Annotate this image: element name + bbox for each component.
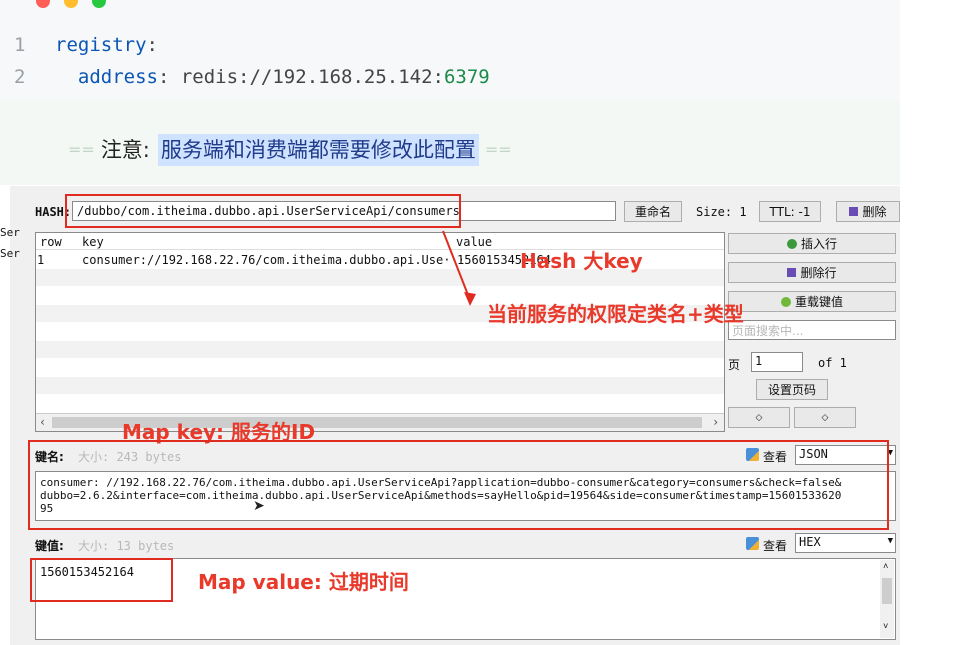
prev-page-icon: ◇ bbox=[755, 412, 763, 423]
line-number: 2 bbox=[14, 66, 26, 88]
map-value-annotation: Map value: 过期时间 bbox=[198, 570, 409, 594]
minimize-dot-icon bbox=[64, 0, 78, 8]
close-dot-icon bbox=[36, 0, 50, 8]
rename-label: 重命名 bbox=[634, 205, 671, 219]
prev-page-button[interactable]: ◇ bbox=[728, 407, 790, 428]
scroll-up-icon[interactable]: ˄ bbox=[883, 562, 888, 572]
scroll-down-icon[interactable]: ˅ bbox=[883, 622, 888, 632]
key-area-highlight-box bbox=[28, 440, 889, 530]
reload-button[interactable]: 重载键值 bbox=[728, 291, 896, 312]
code-key: address bbox=[77, 66, 158, 88]
vertical-scrollbar[interactable]: ˄ ˅ bbox=[880, 560, 894, 638]
value-size-hint: 大小: 13 bytes bbox=[78, 539, 175, 553]
code-colon: : bbox=[146, 34, 158, 56]
annotation-arrow bbox=[442, 230, 476, 306]
page-search-input[interactable]: 页面搜索中... bbox=[728, 320, 896, 340]
row-index: 1 bbox=[37, 253, 45, 267]
delete-button[interactable]: 删除 bbox=[836, 201, 900, 222]
column-header-key[interactable]: key bbox=[82, 235, 104, 249]
empty-row bbox=[36, 341, 724, 358]
maximize-dot-icon bbox=[92, 0, 106, 8]
set-page-label: 设置页码 bbox=[767, 383, 816, 397]
note-eq-left: == bbox=[68, 140, 95, 159]
delete-label: 删除 bbox=[862, 205, 887, 219]
scroll-right-icon[interactable]: › bbox=[712, 415, 719, 429]
page-number-value: 1 bbox=[755, 354, 763, 368]
reload-icon bbox=[780, 296, 791, 307]
ttl-button[interactable]: TTL: -1 bbox=[759, 201, 821, 222]
next-page-icon: ◇ bbox=[821, 412, 829, 423]
page-number-input[interactable]: 1 bbox=[751, 352, 803, 372]
row-key: consumer://192.168.22.76/com.itheima.dub… bbox=[82, 253, 465, 267]
config-note: == 注意: 服务端和消费端都需要修改此配置 == bbox=[62, 134, 518, 166]
note-eq-right: == bbox=[484, 140, 512, 159]
view-label: 查看 bbox=[763, 539, 788, 553]
value-highlight-box bbox=[30, 558, 173, 602]
code-line-1: 1 registry: bbox=[0, 30, 900, 60]
chevron-down-icon: ▼ bbox=[887, 536, 893, 546]
code-key: registry bbox=[55, 34, 147, 56]
insert-row-label: 插入行 bbox=[800, 237, 837, 251]
ttl-label: TTL: -1 bbox=[769, 204, 811, 219]
side-label: Ser bbox=[0, 247, 20, 260]
side-label: Ser bbox=[0, 226, 20, 239]
hash-key-highlight-box bbox=[65, 194, 461, 228]
empty-row bbox=[36, 377, 724, 394]
column-header-row[interactable]: row bbox=[40, 235, 62, 249]
reload-label: 重载键值 bbox=[794, 295, 843, 309]
plus-icon bbox=[786, 238, 797, 249]
page-of-text: of 1 bbox=[818, 356, 847, 370]
delete-row-label: 删除行 bbox=[800, 266, 837, 280]
insert-row-button[interactable]: 插入行 bbox=[728, 233, 896, 254]
value-format-select[interactable]: HEX ▼ bbox=[795, 533, 896, 553]
scroll-left-icon[interactable]: ‹ bbox=[39, 415, 46, 429]
page-label: 页 bbox=[728, 358, 741, 372]
size-text: Size: 1 bbox=[696, 205, 747, 219]
scrollbar-thumb[interactable] bbox=[882, 578, 892, 604]
delete-row-icon bbox=[787, 268, 797, 277]
view-icon bbox=[746, 537, 759, 550]
set-page-button[interactable]: 设置页码 bbox=[756, 379, 828, 400]
delete-row-button[interactable]: 删除行 bbox=[728, 262, 896, 283]
note-highlight: 服务端和消费端都需要修改此配置 bbox=[157, 134, 479, 166]
mouse-cursor-icon: ➤ bbox=[253, 498, 265, 514]
code-colon: : bbox=[157, 66, 170, 88]
value-label: 键值: bbox=[35, 539, 64, 553]
hash-big-key-annotation: Hash 大key bbox=[520, 249, 643, 273]
rename-button[interactable]: 重命名 bbox=[624, 201, 682, 222]
code-block: 1 registry: 2 address: redis://192.168.2… bbox=[0, 0, 900, 100]
qualified-name-annotation: 当前服务的权限定类名+类型 bbox=[487, 302, 744, 326]
code-line-2: 2 address: redis://192.168.25.142:6379 bbox=[0, 62, 900, 92]
code-port: 6379 bbox=[443, 66, 490, 88]
note-label: 注意: bbox=[100, 138, 150, 162]
code-value: redis://192.168.25.142: bbox=[169, 66, 444, 88]
delete-icon bbox=[849, 207, 859, 216]
line-number: 1 bbox=[14, 34, 26, 56]
value-format-value: HEX bbox=[799, 535, 821, 549]
next-page-button[interactable]: ◇ bbox=[794, 407, 856, 428]
